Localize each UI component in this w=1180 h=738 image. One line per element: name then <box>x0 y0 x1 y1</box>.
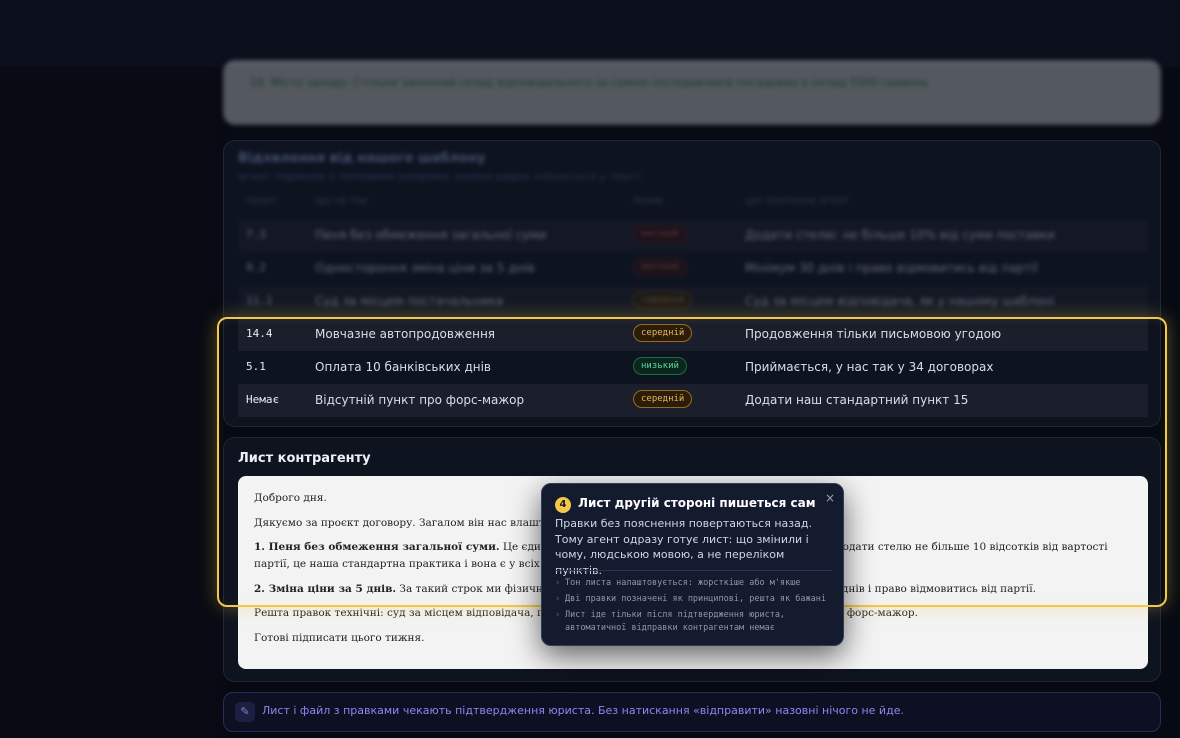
step-number-badge: 4 <box>555 497 571 513</box>
risk-badge: середній <box>633 291 693 309</box>
tooltip-body: Правки без пояснення повертаються назад.… <box>555 517 812 577</box>
tooltip-title: Лист другій стороні пишеться сам <box>578 496 816 510</box>
risk-badge: середній <box>633 324 693 342</box>
deviations-card: Відхилення від нашого шаблону агент порі… <box>223 140 1161 427</box>
row-proposal: Приймається, у нас так у 34 договорах <box>745 360 994 374</box>
tooltip-bullet: Тон листа налаштовується: жорсткіше або … <box>555 577 835 590</box>
table-row[interactable]: Немає Відсутній пункт про форс-мажор сер… <box>238 384 1148 417</box>
onboarding-tooltip: 4 Лист другій стороні пишеться сам × Пра… <box>541 483 844 646</box>
table-row[interactable]: 14.4 Мовчазне автопродовження середній П… <box>238 318 1148 351</box>
row-proposal: Додати стелю: не більше 10% від суми пос… <box>745 228 1055 242</box>
table-row[interactable]: 5.1 Оплата 10 банківських днів низький П… <box>238 351 1148 384</box>
row-issue: Суд за місцем постачальника <box>315 294 504 308</box>
row-proposal: Мінімум 30 днів і право відмовитись від … <box>745 261 1038 275</box>
row-clause: 5.1 <box>246 360 266 373</box>
row-proposal: Додати наш стандартний пункт 15 <box>745 393 969 407</box>
row-clause: 14.4 <box>246 327 273 340</box>
header-risk: РИЗИК <box>633 197 665 207</box>
close-icon[interactable]: × <box>825 491 835 505</box>
row-issue: Одностороння зміна ціни за 5 днів <box>315 261 535 275</box>
table-row[interactable]: 9.2 Одностороння зміна ціни за 5 днів ви… <box>238 252 1148 285</box>
row-issue: Оплата 10 банківських днів <box>315 360 491 374</box>
sidebar <box>0 67 210 738</box>
letter-title: Лист контрагенту <box>238 451 371 466</box>
tooltip-bullet: Дві правки позначені як принципові, решт… <box>555 593 835 606</box>
previous-card: 16. Місто заходу: Стільки законний склад… <box>223 60 1161 125</box>
risk-badge: низький <box>633 357 687 375</box>
tooltip-bullet: Лист іде тільки після підтвердження юрис… <box>555 609 835 635</box>
notice-text: Лист і файл з правками чекають підтвердж… <box>262 704 904 717</box>
risk-badge: високий <box>633 225 687 243</box>
top-bar <box>0 0 1180 67</box>
header-clause: ПУНКТ <box>246 197 277 207</box>
row-proposal: Продовження тільки письмовою угодою <box>745 327 1002 341</box>
pencil-icon: ✎ <box>235 702 255 722</box>
row-clause: Немає <box>246 393 280 406</box>
tooltip-bullets: Тон листа налаштовується: жорсткіше або … <box>555 577 835 638</box>
letter-point-2-title: 2. Зміна ціни за 5 днів. <box>254 583 397 595</box>
deviations-title: Відхилення від нашого шаблону <box>238 151 486 166</box>
row-clause: 7.3 <box>246 228 266 241</box>
row-issue: Відсутній пункт про форс-мажор <box>315 393 525 407</box>
row-clause: 9.2 <box>246 261 266 274</box>
row-issue: Мовчазне автопродовження <box>315 327 496 341</box>
table-header: ПУНКТ ЩО НЕ ТАК РИЗИК ЩО ПРОПОНУЄ АГЕНТ <box>238 197 1148 213</box>
header-issue: ЩО НЕ ТАК <box>315 197 369 207</box>
row-issue: Пеня без обмеження загальної суми <box>315 228 547 242</box>
letter-point-1-title: 1. Пеня без обмеження загальної суми. <box>254 541 500 553</box>
header-proposal: ЩО ПРОПОНУЄ АГЕНТ <box>745 197 849 207</box>
previous-clause-line: 16. Місто заходу: Стільки законний склад… <box>250 76 928 89</box>
row-clause: 11.1 <box>246 294 273 307</box>
deviations-subtitle: агент порівняв з типовими умовами, кожен… <box>238 170 642 183</box>
risk-badge: середній <box>633 390 693 408</box>
tooltip-divider <box>555 570 832 571</box>
row-proposal: Суд за місцем відповідача, як у нашому ш… <box>745 294 1055 308</box>
table-row[interactable]: 7.3 Пеня без обмеження загальної суми ви… <box>238 219 1148 252</box>
table-row[interactable]: 11.1 Суд за місцем постачальника середні… <box>238 285 1148 318</box>
approval-notice: ✎ Лист і файл з правками чекають підтвер… <box>223 692 1161 732</box>
risk-badge: високий <box>633 258 687 276</box>
